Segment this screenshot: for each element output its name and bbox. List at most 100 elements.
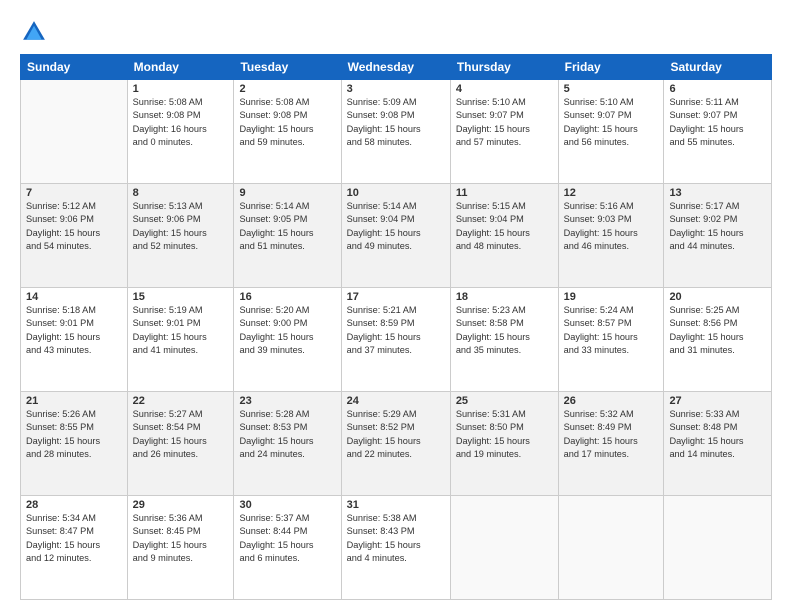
- day-number: 21: [26, 395, 122, 407]
- calendar-cell: 10Sunrise: 5:14 AM Sunset: 9:04 PM Dayli…: [341, 184, 450, 288]
- day-info: Sunrise: 5:38 AM Sunset: 8:43 PM Dayligh…: [347, 512, 445, 565]
- day-number: 26: [564, 395, 659, 407]
- day-number: 17: [347, 291, 445, 303]
- calendar-cell: 3Sunrise: 5:09 AM Sunset: 9:08 PM Daylig…: [341, 80, 450, 184]
- day-number: 20: [669, 291, 766, 303]
- day-number: 18: [456, 291, 553, 303]
- calendar-cell: 11Sunrise: 5:15 AM Sunset: 9:04 PM Dayli…: [450, 184, 558, 288]
- day-info: Sunrise: 5:12 AM Sunset: 9:06 PM Dayligh…: [26, 200, 122, 253]
- day-info: Sunrise: 5:16 AM Sunset: 9:03 PM Dayligh…: [564, 200, 659, 253]
- day-number: 2: [239, 83, 335, 95]
- weekday-header-row: SundayMondayTuesdayWednesdayThursdayFrid…: [21, 55, 772, 80]
- calendar-cell: 24Sunrise: 5:29 AM Sunset: 8:52 PM Dayli…: [341, 392, 450, 496]
- day-info: Sunrise: 5:10 AM Sunset: 9:07 PM Dayligh…: [456, 96, 553, 149]
- day-number: 12: [564, 187, 659, 199]
- logo-icon: [20, 18, 48, 46]
- calendar-table: SundayMondayTuesdayWednesdayThursdayFrid…: [20, 54, 772, 600]
- day-info: Sunrise: 5:09 AM Sunset: 9:08 PM Dayligh…: [347, 96, 445, 149]
- day-number: 30: [239, 499, 335, 511]
- day-info: Sunrise: 5:08 AM Sunset: 9:08 PM Dayligh…: [133, 96, 229, 149]
- day-info: Sunrise: 5:34 AM Sunset: 8:47 PM Dayligh…: [26, 512, 122, 565]
- day-info: Sunrise: 5:37 AM Sunset: 8:44 PM Dayligh…: [239, 512, 335, 565]
- day-info: Sunrise: 5:18 AM Sunset: 9:01 PM Dayligh…: [26, 304, 122, 357]
- day-number: 4: [456, 83, 553, 95]
- weekday-header-tuesday: Tuesday: [234, 55, 341, 80]
- day-number: 3: [347, 83, 445, 95]
- calendar-cell: 28Sunrise: 5:34 AM Sunset: 8:47 PM Dayli…: [21, 496, 128, 600]
- day-info: Sunrise: 5:28 AM Sunset: 8:53 PM Dayligh…: [239, 408, 335, 461]
- logo: [20, 18, 52, 46]
- calendar-cell: 7Sunrise: 5:12 AM Sunset: 9:06 PM Daylig…: [21, 184, 128, 288]
- day-info: Sunrise: 5:27 AM Sunset: 8:54 PM Dayligh…: [133, 408, 229, 461]
- weekday-header-saturday: Saturday: [664, 55, 772, 80]
- day-number: 5: [564, 83, 659, 95]
- day-number: 23: [239, 395, 335, 407]
- day-number: 8: [133, 187, 229, 199]
- calendar-cell: 5Sunrise: 5:10 AM Sunset: 9:07 PM Daylig…: [558, 80, 664, 184]
- weekday-header-thursday: Thursday: [450, 55, 558, 80]
- calendar-cell: 12Sunrise: 5:16 AM Sunset: 9:03 PM Dayli…: [558, 184, 664, 288]
- day-number: 16: [239, 291, 335, 303]
- day-number: 10: [347, 187, 445, 199]
- day-info: Sunrise: 5:29 AM Sunset: 8:52 PM Dayligh…: [347, 408, 445, 461]
- calendar-cell: 22Sunrise: 5:27 AM Sunset: 8:54 PM Dayli…: [127, 392, 234, 496]
- day-number: 29: [133, 499, 229, 511]
- calendar-cell: [21, 80, 128, 184]
- day-info: Sunrise: 5:17 AM Sunset: 9:02 PM Dayligh…: [669, 200, 766, 253]
- day-info: Sunrise: 5:36 AM Sunset: 8:45 PM Dayligh…: [133, 512, 229, 565]
- day-number: 19: [564, 291, 659, 303]
- calendar-cell: [664, 496, 772, 600]
- day-info: Sunrise: 5:25 AM Sunset: 8:56 PM Dayligh…: [669, 304, 766, 357]
- calendar-cell: 29Sunrise: 5:36 AM Sunset: 8:45 PM Dayli…: [127, 496, 234, 600]
- calendar-cell: 15Sunrise: 5:19 AM Sunset: 9:01 PM Dayli…: [127, 288, 234, 392]
- weekday-header-sunday: Sunday: [21, 55, 128, 80]
- calendar-cell: 2Sunrise: 5:08 AM Sunset: 9:08 PM Daylig…: [234, 80, 341, 184]
- day-number: 1: [133, 83, 229, 95]
- day-number: 6: [669, 83, 766, 95]
- calendar-cell: 9Sunrise: 5:14 AM Sunset: 9:05 PM Daylig…: [234, 184, 341, 288]
- day-number: 31: [347, 499, 445, 511]
- day-info: Sunrise: 5:14 AM Sunset: 9:04 PM Dayligh…: [347, 200, 445, 253]
- day-info: Sunrise: 5:33 AM Sunset: 8:48 PM Dayligh…: [669, 408, 766, 461]
- day-number: 7: [26, 187, 122, 199]
- day-number: 24: [347, 395, 445, 407]
- day-info: Sunrise: 5:21 AM Sunset: 8:59 PM Dayligh…: [347, 304, 445, 357]
- day-number: 13: [669, 187, 766, 199]
- calendar-week-row: 28Sunrise: 5:34 AM Sunset: 8:47 PM Dayli…: [21, 496, 772, 600]
- calendar-cell: [558, 496, 664, 600]
- calendar-cell: 27Sunrise: 5:33 AM Sunset: 8:48 PM Dayli…: [664, 392, 772, 496]
- calendar-week-row: 7Sunrise: 5:12 AM Sunset: 9:06 PM Daylig…: [21, 184, 772, 288]
- calendar-week-row: 21Sunrise: 5:26 AM Sunset: 8:55 PM Dayli…: [21, 392, 772, 496]
- weekday-header-friday: Friday: [558, 55, 664, 80]
- day-number: 14: [26, 291, 122, 303]
- day-info: Sunrise: 5:14 AM Sunset: 9:05 PM Dayligh…: [239, 200, 335, 253]
- calendar-cell: [450, 496, 558, 600]
- calendar-cell: 19Sunrise: 5:24 AM Sunset: 8:57 PM Dayli…: [558, 288, 664, 392]
- day-info: Sunrise: 5:13 AM Sunset: 9:06 PM Dayligh…: [133, 200, 229, 253]
- day-number: 25: [456, 395, 553, 407]
- calendar-cell: 18Sunrise: 5:23 AM Sunset: 8:58 PM Dayli…: [450, 288, 558, 392]
- calendar-cell: 23Sunrise: 5:28 AM Sunset: 8:53 PM Dayli…: [234, 392, 341, 496]
- day-info: Sunrise: 5:08 AM Sunset: 9:08 PM Dayligh…: [239, 96, 335, 149]
- calendar-cell: 25Sunrise: 5:31 AM Sunset: 8:50 PM Dayli…: [450, 392, 558, 496]
- calendar-cell: 30Sunrise: 5:37 AM Sunset: 8:44 PM Dayli…: [234, 496, 341, 600]
- day-number: 11: [456, 187, 553, 199]
- calendar-cell: 14Sunrise: 5:18 AM Sunset: 9:01 PM Dayli…: [21, 288, 128, 392]
- calendar-cell: 8Sunrise: 5:13 AM Sunset: 9:06 PM Daylig…: [127, 184, 234, 288]
- day-info: Sunrise: 5:26 AM Sunset: 8:55 PM Dayligh…: [26, 408, 122, 461]
- day-number: 22: [133, 395, 229, 407]
- calendar-cell: 1Sunrise: 5:08 AM Sunset: 9:08 PM Daylig…: [127, 80, 234, 184]
- day-number: 27: [669, 395, 766, 407]
- calendar-cell: 20Sunrise: 5:25 AM Sunset: 8:56 PM Dayli…: [664, 288, 772, 392]
- day-number: 28: [26, 499, 122, 511]
- day-info: Sunrise: 5:32 AM Sunset: 8:49 PM Dayligh…: [564, 408, 659, 461]
- day-info: Sunrise: 5:24 AM Sunset: 8:57 PM Dayligh…: [564, 304, 659, 357]
- weekday-header-wednesday: Wednesday: [341, 55, 450, 80]
- page-header: [20, 18, 772, 46]
- day-number: 9: [239, 187, 335, 199]
- calendar-week-row: 1Sunrise: 5:08 AM Sunset: 9:08 PM Daylig…: [21, 80, 772, 184]
- day-info: Sunrise: 5:15 AM Sunset: 9:04 PM Dayligh…: [456, 200, 553, 253]
- day-info: Sunrise: 5:20 AM Sunset: 9:00 PM Dayligh…: [239, 304, 335, 357]
- weekday-header-monday: Monday: [127, 55, 234, 80]
- calendar-cell: 13Sunrise: 5:17 AM Sunset: 9:02 PM Dayli…: [664, 184, 772, 288]
